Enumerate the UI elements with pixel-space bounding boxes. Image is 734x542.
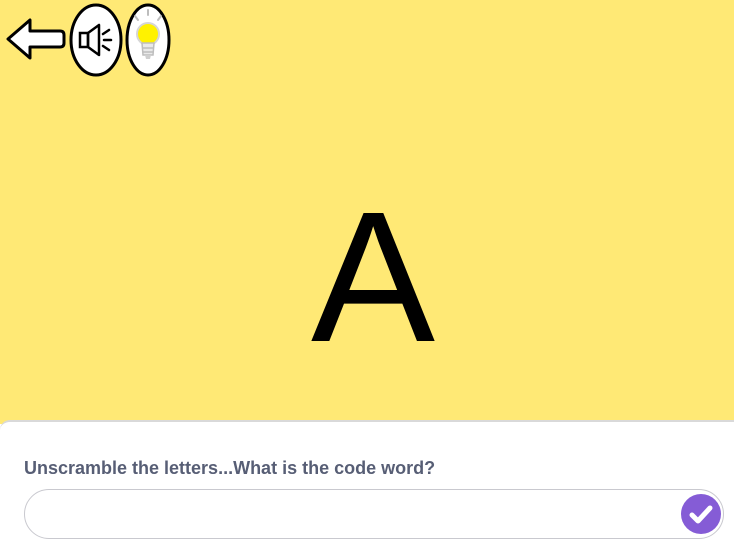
- project-stage: A Unscramble the letters...What is the c…: [0, 0, 734, 542]
- submit-button[interactable]: [681, 494, 721, 534]
- back-button[interactable]: [4, 14, 66, 64]
- lightbulb-icon: [125, 3, 171, 77]
- ask-prompt-panel: Unscramble the letters...What is the cod…: [0, 420, 734, 542]
- answer-field[interactable]: [24, 489, 724, 539]
- speaker-icon: [69, 3, 123, 77]
- question-prompt: Unscramble the letters...What is the cod…: [24, 458, 436, 478]
- scrambled-letter: A: [310, 174, 436, 381]
- hint-button[interactable]: [125, 3, 171, 77]
- speaker-button[interactable]: [69, 3, 123, 77]
- checkmark-icon: [689, 505, 713, 524]
- answer-input[interactable]: [43, 498, 677, 532]
- back-arrow-icon: [6, 18, 66, 60]
